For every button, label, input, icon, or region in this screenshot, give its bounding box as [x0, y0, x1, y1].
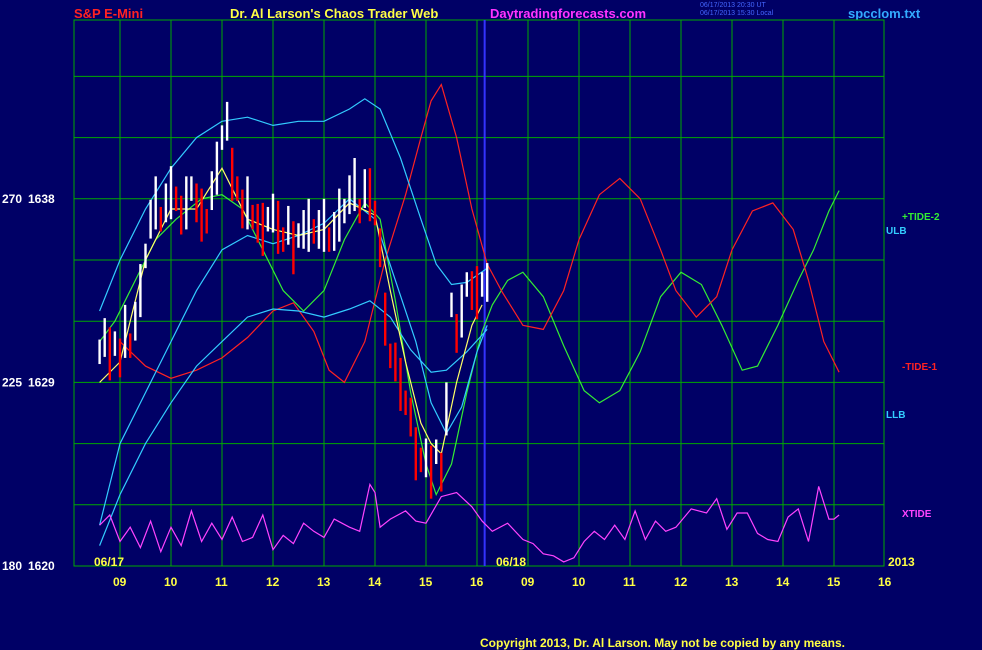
x-tick-day2: 14 [776, 575, 790, 589]
label-tide2: +TIDE-2 [902, 212, 940, 223]
series-llb [99, 300, 488, 546]
series-ulb [99, 98, 488, 312]
x-tick-day2: 10 [572, 575, 586, 589]
x-tick-day1: 10 [164, 575, 178, 589]
label-xtide: XTIDE [902, 509, 932, 520]
y-tick-tide: 180 [2, 559, 22, 573]
x-tick-day1: 15 [419, 575, 433, 589]
year-label: 2013 [888, 555, 915, 569]
y-tick-price: 1638 [28, 192, 55, 206]
x-tick-day2: 16 [878, 575, 892, 589]
y-tick-tide: 270 [2, 192, 22, 206]
label-llb: LLB [886, 410, 905, 421]
chart-series [99, 83, 840, 563]
series-xtide [99, 482, 840, 563]
x-tick-day1: 14 [368, 575, 382, 589]
x-tick-day2: 15 [827, 575, 841, 589]
label-ulb: ULB [886, 226, 907, 237]
x-tick-day2: 13 [725, 575, 739, 589]
x-tick-day1: 09 [113, 575, 127, 589]
x-tick-day2: 11 [623, 575, 636, 589]
label-tide1: -TIDE-1 [902, 362, 937, 373]
date-day2: 06/18 [496, 555, 526, 569]
series--tide-2 [99, 190, 840, 497]
x-tick-day1: 13 [317, 575, 331, 589]
date-day1: 06/17 [94, 555, 124, 569]
y-tick-price: 1620 [28, 559, 55, 573]
x-tick-day1: 16 [470, 575, 484, 589]
x-tick-day1: 12 [266, 575, 280, 589]
chaos-chart: 270 1638 225 1629 180 1620 09 10 11 12 13 14 15 16 09 1… [2, 19, 940, 589]
x-tick-day2: 12 [674, 575, 688, 589]
x-tick-day2: 09 [521, 575, 535, 589]
y-tick-tide: 225 [2, 375, 22, 389]
copyright-notice: Copyright 2013, Dr. Al Larson. May not b… [480, 636, 845, 650]
x-tick-day1: 11 [215, 575, 228, 589]
y-tick-price: 1629 [28, 375, 55, 389]
